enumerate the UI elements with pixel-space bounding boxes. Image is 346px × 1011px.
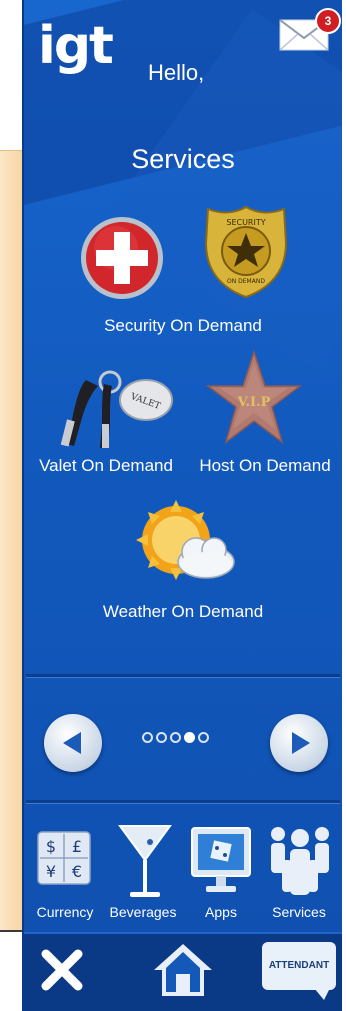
- tab-beverages[interactable]: Beverages: [104, 816, 182, 926]
- divider-bottom: [26, 800, 340, 804]
- vip-star-icon: V.I.P: [206, 349, 302, 444]
- service-label-security: Security On Demand: [104, 316, 262, 335]
- currency-dollar: $: [46, 837, 56, 856]
- pager-dot[interactable]: [142, 732, 153, 743]
- currency-pound: £: [72, 837, 82, 856]
- mail-count-badge: 3: [315, 8, 341, 34]
- tab-services[interactable]: Services: [260, 816, 338, 926]
- page-title: Services: [131, 144, 235, 174]
- vip-text: V.I.P: [237, 395, 271, 410]
- tab-label-currency: Currency: [36, 904, 94, 920]
- currency-euro: €: [72, 862, 82, 881]
- arrow-left-icon: [63, 732, 81, 754]
- pager-next-button[interactable]: [270, 714, 328, 772]
- badge-security-text: SECURITY: [226, 218, 265, 227]
- pager-dots: [142, 732, 209, 743]
- pager-dot[interactable]: [198, 732, 209, 743]
- sun-cloud-icon: [136, 500, 235, 580]
- home-icon[interactable]: [150, 940, 216, 1000]
- tab-label-beverages: Beverages: [109, 904, 177, 920]
- attendant-bubble-tail: [314, 988, 330, 1000]
- tab-bar: $ £ ¥ € Currency Beverages Apps Services: [26, 816, 340, 926]
- people-icon: [271, 827, 329, 895]
- pager-dot-current[interactable]: [184, 732, 195, 743]
- close-icon[interactable]: [40, 948, 84, 992]
- martini-icon: [118, 825, 172, 897]
- badge-on-demand-text: ON DEMAND: [227, 278, 265, 285]
- pager-dot[interactable]: [156, 732, 167, 743]
- currency-icon: $ £ ¥ €: [37, 831, 91, 885]
- service-label-weather: Weather On Demand: [102, 602, 264, 621]
- security-badge-icon: SECURITY ON DEMAND: [204, 205, 288, 299]
- greeting-text: Hello,: [148, 60, 205, 85]
- car-keys-icon: VALET: [60, 370, 173, 448]
- currency-yen: ¥: [46, 862, 56, 881]
- apps-monitor-icon: [191, 827, 251, 892]
- service-label-valet: Valet On Demand: [39, 456, 173, 475]
- pager-dot[interactable]: [170, 732, 181, 743]
- tab-label-services: Services: [272, 904, 326, 920]
- tab-apps[interactable]: Apps: [182, 816, 260, 926]
- divider-top: [26, 674, 340, 678]
- attendant-button[interactable]: ATTENDANT: [262, 942, 336, 990]
- red-cross-icon: [81, 217, 163, 299]
- igt-logo: igt: [38, 16, 114, 76]
- service-label-host: Host On Demand: [199, 456, 331, 475]
- tab-currency[interactable]: $ £ ¥ € Currency: [26, 816, 104, 926]
- pager-prev-button[interactable]: [44, 714, 102, 772]
- arrow-right-icon: [292, 732, 310, 754]
- app-panel: igt Hello, 3 Services SECURITY ON DEMAND…: [22, 0, 342, 1011]
- tab-label-apps: Apps: [205, 904, 237, 920]
